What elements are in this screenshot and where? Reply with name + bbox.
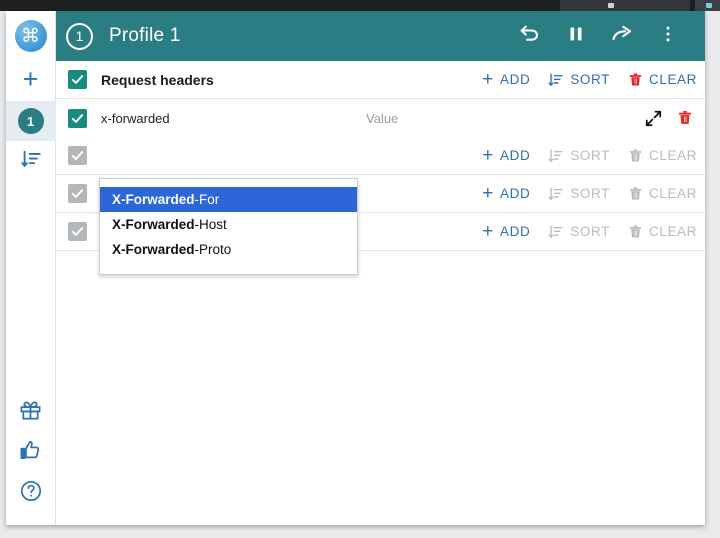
share-icon	[610, 22, 634, 51]
option-suffix: -Proto	[195, 242, 232, 257]
sidebar-profile-1[interactable]: 1	[6, 101, 56, 141]
profile-header: 1 Profile 1	[56, 11, 705, 61]
gift-icon-button[interactable]	[6, 393, 56, 433]
undo-button[interactable]	[507, 11, 553, 61]
plus-icon: +	[23, 66, 39, 93]
pause-button[interactable]	[553, 11, 599, 61]
share-button[interactable]	[599, 11, 645, 61]
page-title: Profile 1	[109, 25, 181, 47]
clear-button: CLEAR	[628, 224, 697, 240]
table-row: + ADD SORT	[56, 137, 705, 175]
add-button[interactable]: + ADD	[482, 224, 530, 239]
section-checkbox[interactable]	[68, 70, 87, 89]
profile-badge: 1	[18, 108, 44, 134]
browser-tab-dot	[706, 3, 712, 8]
logo-glyph: ⌘	[21, 27, 40, 46]
autocomplete-option[interactable]: X-Forwarded-Proto	[100, 237, 357, 262]
profile-badge-label: 1	[27, 114, 34, 129]
clear-button: CLEAR	[628, 148, 697, 164]
option-prefix: X-Forwarded	[112, 192, 195, 207]
section-title: Request headers	[101, 72, 214, 88]
header-profile-number-label: 1	[76, 28, 84, 44]
add-button[interactable]: + ADD	[482, 72, 530, 87]
row-tools	[644, 109, 697, 128]
sort-label: SORT	[570, 186, 610, 201]
browser-window-bar	[0, 0, 720, 11]
empty-area	[56, 388, 705, 525]
section-header-row: Request headers + ADD S	[56, 61, 705, 99]
trash-icon	[628, 148, 643, 164]
add-label: ADD	[500, 148, 530, 163]
header-entry-row: x-forwarded Value	[56, 99, 705, 137]
sort-profiles-button[interactable]	[6, 141, 56, 181]
clear-label: CLEAR	[649, 148, 697, 163]
sort-icon	[20, 148, 42, 175]
browser-tab-segment	[560, 0, 690, 11]
row-actions: + ADD SORT	[464, 224, 697, 240]
autocomplete-option[interactable]: X-Forwarded-For	[100, 187, 357, 212]
thumbs-up-icon	[19, 439, 42, 467]
option-prefix: X-Forwarded	[112, 217, 195, 232]
add-button[interactable]: + ADD	[482, 148, 530, 163]
undo-icon	[518, 22, 542, 51]
browser-tab-dot	[608, 3, 614, 8]
sort-icon	[548, 186, 564, 202]
trash-icon	[628, 224, 643, 240]
sort-icon	[548, 148, 564, 164]
rows-container: Request headers + ADD S	[56, 61, 705, 388]
sort-button: SORT	[548, 224, 610, 240]
sidebar-bottom-group	[6, 393, 56, 525]
add-button[interactable]: + ADD	[482, 186, 530, 201]
thumbs-up-button[interactable]	[6, 433, 56, 473]
add-label: ADD	[500, 186, 530, 201]
header-entry-checkbox[interactable]	[68, 109, 87, 128]
expand-icon[interactable]	[644, 109, 663, 128]
sort-button: SORT	[548, 186, 610, 202]
trash-icon	[628, 186, 643, 202]
clear-button: CLEAR	[628, 186, 697, 202]
header-profile-number: 1	[66, 23, 93, 50]
more-menu-icon	[658, 24, 678, 49]
more-menu-button[interactable]	[645, 11, 691, 61]
sort-label: SORT	[570, 148, 610, 163]
option-prefix: X-Forwarded	[112, 242, 195, 257]
command-logo-icon: ⌘	[15, 20, 47, 52]
sort-icon	[548, 224, 564, 240]
clear-button[interactable]: CLEAR	[628, 72, 697, 88]
header-name-input[interactable]: x-forwarded	[101, 111, 366, 126]
clear-label: CLEAR	[649, 186, 697, 201]
help-button[interactable]	[6, 473, 56, 513]
sort-label: SORT	[570, 224, 610, 239]
sort-icon	[548, 72, 564, 88]
sort-label: SORT	[570, 72, 610, 87]
row-checkbox[interactable]	[68, 146, 87, 165]
option-suffix: -Host	[195, 217, 227, 232]
row-checkbox[interactable]	[68, 222, 87, 241]
row-actions: + ADD SORT	[464, 148, 697, 164]
row-checkbox[interactable]	[68, 184, 87, 203]
autocomplete-dropdown: X-Forwarded-For X-Forwarded-Host X-Forwa…	[99, 178, 358, 275]
section-actions: + ADD SORT	[464, 72, 697, 88]
extension-popup-window: ⌘ + 1	[6, 11, 705, 525]
trash-icon	[628, 72, 643, 88]
sort-button[interactable]: SORT	[548, 72, 610, 88]
header-value-input[interactable]: Value	[366, 111, 576, 126]
main-panel: 1 Profile 1	[56, 11, 705, 525]
sidebar: ⌘ + 1	[6, 11, 56, 525]
delete-row-icon[interactable]	[677, 109, 693, 127]
add-label: ADD	[500, 72, 530, 87]
option-suffix: -For	[195, 192, 220, 207]
app-logo: ⌘	[6, 11, 56, 61]
clear-label: CLEAR	[649, 224, 697, 239]
gift-icon	[19, 399, 42, 427]
clear-label: CLEAR	[649, 72, 697, 87]
sort-button: SORT	[548, 148, 610, 164]
autocomplete-option[interactable]: X-Forwarded-Host	[100, 212, 357, 237]
help-icon	[19, 479, 43, 508]
add-profile-button[interactable]: +	[6, 61, 56, 101]
row-actions: + ADD SORT	[464, 186, 697, 202]
add-label: ADD	[500, 224, 530, 239]
pause-icon	[565, 23, 587, 50]
